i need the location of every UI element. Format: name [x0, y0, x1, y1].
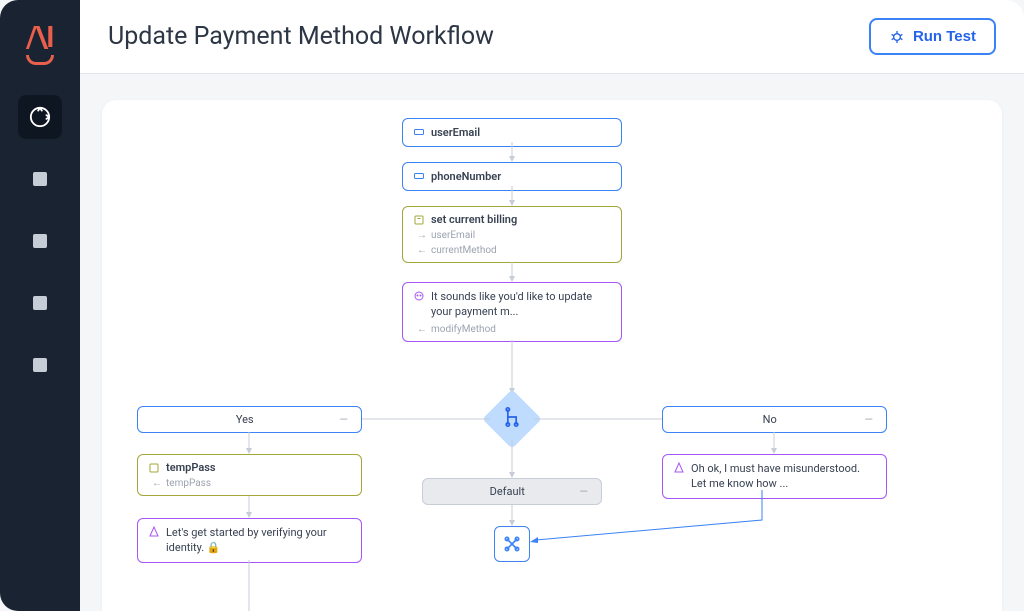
- canvas[interactable]: userEmail phoneNumber set current bil: [102, 100, 1002, 611]
- page-title: Update Payment Method Workflow: [108, 22, 494, 51]
- branch-no[interactable]: No —: [662, 406, 887, 433]
- branch-default[interactable]: Default —: [422, 478, 602, 505]
- node-user-email[interactable]: userEmail: [402, 118, 622, 147]
- bug-icon: [889, 29, 905, 45]
- header: Update Payment Method Workflow Run Test: [80, 0, 1024, 74]
- node-temp-pass[interactable]: tempPass ←tempPass: [137, 454, 362, 496]
- run-test-button[interactable]: Run Test: [869, 18, 996, 55]
- message-icon: [413, 290, 425, 302]
- merge-icon: [502, 534, 522, 554]
- bot-icon: [673, 462, 685, 474]
- node-misunderstood[interactable]: Oh ok, I must have misunderstood. Let me…: [662, 454, 887, 499]
- input-icon: [413, 126, 425, 138]
- merge-node[interactable]: [494, 526, 530, 562]
- collapse-icon[interactable]: —: [579, 485, 589, 498]
- node-prompt[interactable]: It sounds like you'd like to update your…: [402, 282, 622, 342]
- branch-yes[interactable]: Yes —: [137, 406, 362, 433]
- nav-item-4[interactable]: [18, 343, 62, 387]
- sidebar: /\I: [0, 0, 80, 611]
- node-verify[interactable]: Let's get started by verifying your iden…: [137, 518, 362, 563]
- decision-diamond[interactable]: [482, 389, 541, 448]
- collapse-icon[interactable]: —: [864, 413, 874, 426]
- function-icon: [148, 462, 160, 474]
- branch-icon: [502, 407, 522, 427]
- bot-icon: [148, 526, 160, 538]
- nav-item-1[interactable]: [18, 157, 62, 201]
- nav-item-3[interactable]: [18, 281, 62, 325]
- logo: /\I: [26, 18, 54, 65]
- node-set-billing[interactable]: set current billing →userEmail ←currentM…: [402, 206, 622, 263]
- function-icon: [413, 214, 425, 226]
- nav-item-2[interactable]: [18, 219, 62, 263]
- main-panel: Update Payment Method Workflow Run Test …: [80, 0, 1024, 611]
- workflow-icon[interactable]: [18, 95, 62, 139]
- input-icon: [413, 170, 425, 182]
- collapse-icon[interactable]: —: [339, 413, 349, 426]
- node-phone-number[interactable]: phoneNumber: [402, 162, 622, 191]
